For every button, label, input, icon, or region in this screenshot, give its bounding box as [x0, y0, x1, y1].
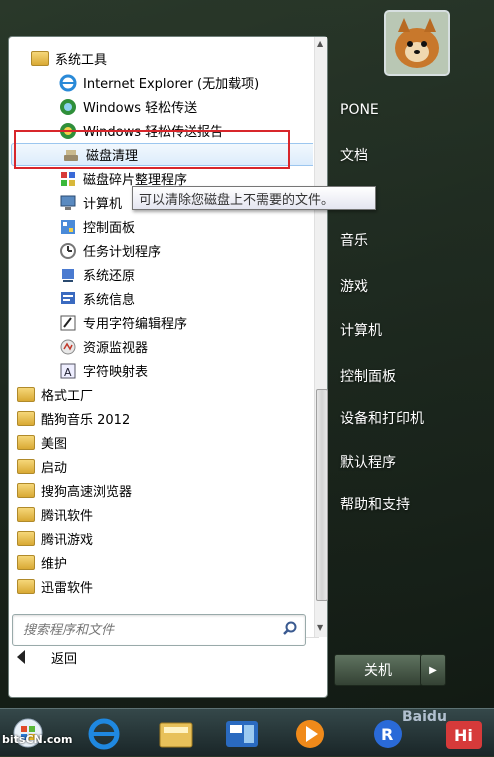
folder-icon	[17, 459, 35, 474]
shutdown-button[interactable]: 关机	[334, 654, 422, 686]
scroll-up-icon[interactable]: ▲	[317, 39, 323, 48]
scroll-down-icon[interactable]: ▼	[317, 623, 323, 632]
folder-label: 启动	[41, 461, 68, 476]
right-item-user[interactable]: PONE	[332, 96, 490, 124]
folder-system-tools[interactable]: 系统工具	[9, 47, 313, 70]
folder-label: 格式工厂	[41, 389, 94, 404]
shutdown-options-button[interactable]: ▶	[420, 654, 446, 686]
item-label: 系统信息	[83, 293, 136, 308]
search-icon[interactable]	[283, 621, 297, 635]
item-label: 资源监视器	[83, 341, 149, 356]
folder-item[interactable]: 搜狗高速浏览器	[9, 479, 313, 502]
media-player-taskbar-icon[interactable]	[290, 715, 330, 753]
folder-label: 维护	[41, 557, 68, 572]
right-item-music[interactable]: 音乐	[332, 226, 490, 254]
ie-taskbar-icon[interactable]	[84, 715, 124, 753]
list-item[interactable]: A 字符映射表	[9, 359, 313, 382]
list-item[interactable]: Windows 轻松传送	[9, 95, 313, 118]
folder-icon	[31, 51, 49, 66]
tooltip: 可以清除您磁盘上不需要的文件。	[132, 186, 376, 210]
item-label: 专用字符编辑程序	[83, 317, 188, 332]
right-item-control-panel[interactable]: 控制面板	[332, 362, 490, 390]
resource-monitor-icon	[59, 338, 77, 356]
folder-icon	[17, 435, 35, 450]
back-button[interactable]: 返回	[17, 645, 77, 669]
search-box[interactable]	[12, 614, 306, 646]
app-taskbar-icon[interactable]	[222, 715, 262, 753]
back-label: 返回	[51, 651, 78, 667]
program-list-scrollbar[interactable]: ▲ ▼	[314, 37, 328, 637]
easy-transfer-icon	[59, 98, 77, 116]
item-label: 任务计划程序	[83, 245, 162, 260]
item-label: Windows 轻松传送	[83, 101, 198, 116]
folder-icon	[17, 387, 35, 402]
highlight-annotation-box	[14, 130, 290, 169]
folder-item[interactable]: 迅雷软件	[9, 575, 313, 598]
start-menu: 系统工具 Internet Explorer (无加载项) Windows 轻松…	[0, 0, 494, 708]
hi-taskbar-icon[interactable]: Hi	[440, 715, 488, 753]
list-item[interactable]: 专用字符编辑程序	[9, 311, 313, 334]
folder-label: 腾讯软件	[41, 509, 94, 524]
folder-icon	[17, 555, 35, 570]
watermark-left: bitsCN.com	[2, 733, 73, 746]
item-label: 系统还原	[83, 269, 136, 284]
scroll-thumb[interactable]	[316, 389, 328, 601]
right-item-games[interactable]: 游戏	[332, 272, 490, 300]
folder-label: 美图	[41, 437, 68, 452]
program-list: 系统工具 Internet Explorer (无加载项) Windows 轻松…	[9, 37, 313, 637]
list-item[interactable]: 任务计划程序	[9, 239, 313, 262]
folder-icon	[17, 579, 35, 594]
folder-icon	[17, 411, 35, 426]
folder-item[interactable]: 格式工厂	[9, 383, 313, 406]
svg-text:A: A	[64, 366, 72, 379]
folder-icon	[17, 531, 35, 546]
folder-label: 腾讯游戏	[41, 533, 94, 548]
folder-label: 搜狗高速浏览器	[41, 485, 133, 500]
folder-item[interactable]: 美图	[9, 431, 313, 454]
back-arrow-icon	[17, 650, 25, 664]
folder-icon	[17, 483, 35, 498]
search-input[interactable]	[21, 619, 275, 641]
system-restore-icon	[59, 266, 77, 284]
folder-item[interactable]: 腾讯软件	[9, 503, 313, 526]
taskbar: R Hi bitsCN.com Baidu	[0, 708, 494, 756]
right-item-help-support[interactable]: 帮助和支持	[332, 490, 490, 518]
char-editor-icon	[59, 314, 77, 332]
right-item-computer[interactable]: 计算机	[332, 316, 490, 344]
folder-item[interactable]: 维护	[9, 551, 313, 574]
explorer-taskbar-icon[interactable]	[156, 715, 196, 753]
right-item-devices-printers[interactable]: 设备和打印机	[332, 404, 490, 432]
computer-icon	[59, 194, 77, 212]
folder-item[interactable]: 启动	[9, 455, 313, 478]
list-item[interactable]: 资源监视器	[9, 335, 313, 358]
folder-label: 酷狗音乐 2012	[41, 413, 131, 428]
list-item[interactable]: 系统信息	[9, 287, 313, 310]
task-scheduler-icon	[59, 242, 77, 260]
folder-icon	[17, 507, 35, 522]
folder-item[interactable]: 酷狗音乐 2012	[9, 407, 313, 430]
item-label: 计算机	[83, 197, 123, 212]
right-item-documents[interactable]: 文档	[332, 141, 490, 169]
folder-label: 迅雷软件	[41, 581, 94, 596]
char-map-icon: A	[59, 362, 77, 380]
ie-icon	[59, 74, 77, 92]
list-item[interactable]: 系统还原	[9, 263, 313, 286]
list-item[interactable]: Internet Explorer (无加载项)	[9, 71, 313, 94]
item-label: Internet Explorer (无加载项)	[83, 77, 260, 92]
svg-text:Hi: Hi	[454, 726, 473, 745]
chevron-right-icon: ▶	[429, 664, 437, 676]
svg-text:R: R	[381, 725, 393, 744]
control-panel-icon	[59, 218, 77, 236]
right-item-default-programs[interactable]: 默认程序	[332, 448, 490, 476]
defrag-icon	[59, 170, 77, 188]
watermark-right: Baidu	[402, 709, 447, 725]
system-info-icon	[59, 290, 77, 308]
item-label: 控制面板	[83, 221, 136, 236]
item-label: 字符映射表	[83, 365, 149, 380]
folder-label: 系统工具	[55, 53, 108, 68]
list-item[interactable]: 控制面板	[9, 215, 313, 238]
user-avatar[interactable]	[384, 10, 450, 76]
folder-item[interactable]: 腾讯游戏	[9, 527, 313, 550]
